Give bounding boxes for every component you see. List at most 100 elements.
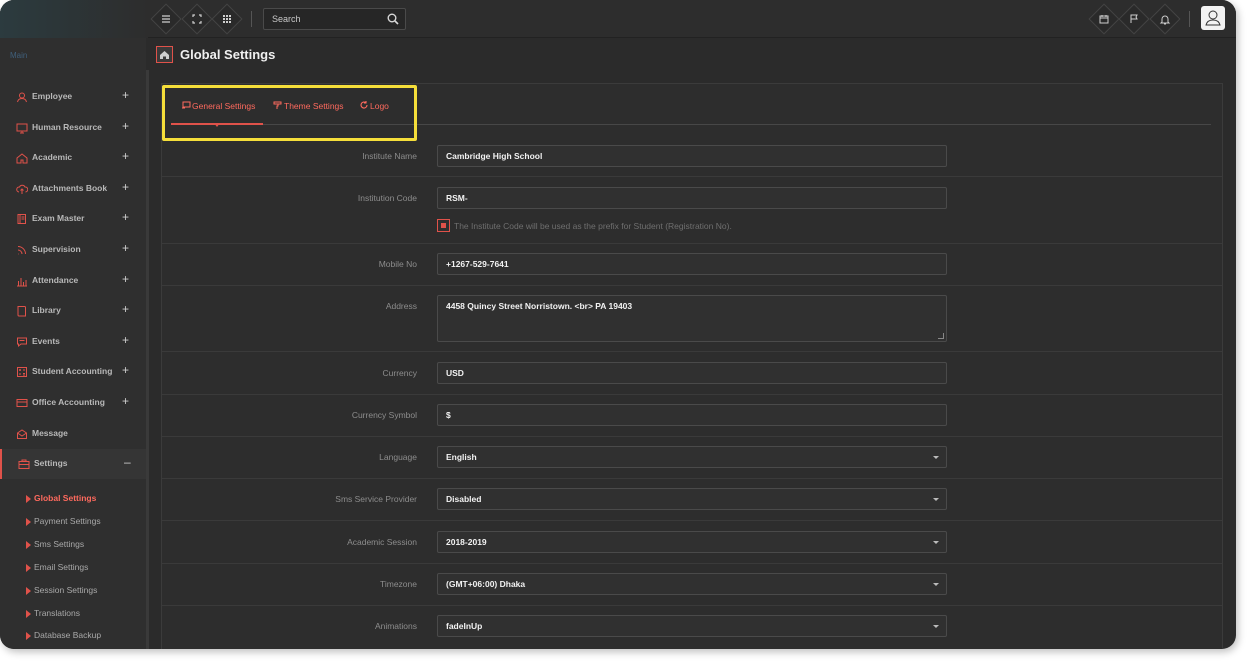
sidebar-item-student-accounting[interactable]: Student Accounting + xyxy=(0,357,146,387)
expand-icon[interactable]: + xyxy=(122,302,129,316)
apps-grid-icon[interactable] xyxy=(218,10,236,28)
message-icon xyxy=(16,335,28,347)
sidebar-item-library[interactable]: Library + xyxy=(0,296,146,326)
timezone-value: (GMT+06:00) Dhaka xyxy=(446,579,526,589)
expand-icon[interactable]: + xyxy=(122,210,129,224)
sidebar-subitem-label: Sms Settings xyxy=(34,538,85,549)
institution-code-field[interactable]: RSM- xyxy=(437,187,947,209)
menu-icon[interactable] xyxy=(157,10,175,28)
academic-session-value: 2018-2019 xyxy=(446,537,487,547)
flag-icon[interactable] xyxy=(1125,10,1143,28)
expand-icon[interactable]: + xyxy=(122,119,129,133)
sidebar-item-events[interactable]: Events + xyxy=(0,327,146,357)
academic-session-select[interactable]: 2018-2019 xyxy=(437,531,947,553)
academic-session-label: Academic Session xyxy=(347,537,417,547)
search-box xyxy=(263,8,406,30)
sidebar-item-label: Library xyxy=(32,305,61,316)
bar-chart-icon xyxy=(16,274,28,287)
sidebar-item-label: Student Accounting xyxy=(32,366,113,377)
sidebar-subitem-label: Database Backup xyxy=(34,630,102,641)
sidebar-item-attendance[interactable]: Attendance + xyxy=(0,266,146,296)
animations-value: fadeInUp xyxy=(446,621,483,631)
sidebar-subitem-label: Session Settings xyxy=(34,584,98,595)
sms-provider-select[interactable]: Disabled xyxy=(437,488,947,510)
expand-icon[interactable]: + xyxy=(122,394,129,408)
fullscreen-icon[interactable] xyxy=(188,10,206,28)
caret-right-icon xyxy=(26,609,31,618)
sidebar-item-label: Attendance xyxy=(32,274,79,285)
sidebar-item-supervision[interactable]: Supervision + xyxy=(0,235,146,265)
envelope-icon xyxy=(16,427,28,439)
home-icon xyxy=(16,151,28,164)
sidebar-item-message[interactable]: Message xyxy=(0,419,146,449)
sidebar-subitem-label: Email Settings xyxy=(34,561,89,572)
search-input[interactable] xyxy=(264,9,384,29)
expand-icon[interactable]: + xyxy=(122,149,129,163)
animations-label: Animations xyxy=(374,621,417,631)
sidebar-item-label: Employee xyxy=(32,91,73,101)
language-value: English xyxy=(446,452,477,462)
currency-symbol-field[interactable]: $ xyxy=(437,404,947,426)
tabs-highlight-box xyxy=(162,85,417,141)
caret-right-icon xyxy=(26,586,31,595)
expand-icon[interactable]: + xyxy=(122,88,129,102)
sidebar-divider xyxy=(146,70,149,649)
sidebar-item-settings[interactable]: Settings – xyxy=(0,449,146,480)
row-divider xyxy=(162,176,1222,177)
checkbox-fill xyxy=(441,223,446,228)
credit-card-icon xyxy=(16,396,28,408)
calendar-icon[interactable] xyxy=(1095,10,1113,28)
animations-select[interactable]: fadeInUp xyxy=(437,615,947,637)
institution-code-label: Institution Code xyxy=(357,193,417,203)
chevron-down-icon xyxy=(933,541,939,544)
sidebar-item-employee[interactable]: Employee + xyxy=(0,82,146,112)
sidebar-subitem-label: Global Settings xyxy=(34,493,97,503)
sidebar-item-exam-master[interactable]: Exam Master + xyxy=(0,204,146,234)
expand-icon[interactable]: + xyxy=(122,272,129,286)
toolbar-divider-right xyxy=(1189,11,1190,27)
expand-icon[interactable]: + xyxy=(122,241,129,255)
institute-code-checkbox[interactable] xyxy=(437,219,450,232)
chevron-down-icon xyxy=(933,498,939,501)
currency-symbol-label: Currency Symbol xyxy=(351,410,417,420)
app-window: Main Global Settings General Settings Th… xyxy=(0,0,1236,649)
sidebar-item-human-resource[interactable]: Human Resource + xyxy=(0,113,146,143)
caret-right-icon xyxy=(26,540,31,549)
expand-icon[interactable]: + xyxy=(122,363,129,377)
currency-field[interactable]: USD xyxy=(437,362,947,384)
address-textarea[interactable]: 4458 Quincy Street Norristown. <br> PA 1… xyxy=(437,295,947,342)
language-select[interactable]: English xyxy=(437,446,947,468)
home-icon[interactable] xyxy=(156,46,173,63)
brand-area xyxy=(0,0,148,38)
sidebar-item-label: Message xyxy=(32,427,68,438)
sidebar-subitem-label: Translations xyxy=(34,607,80,618)
avatar[interactable] xyxy=(1201,6,1225,30)
caret-right-icon xyxy=(26,563,31,572)
row-divider xyxy=(162,285,1222,286)
chevron-down-icon xyxy=(933,625,939,628)
row-divider xyxy=(162,243,1222,244)
search-icon[interactable] xyxy=(386,12,400,26)
briefcase-icon xyxy=(18,457,30,470)
institute-name-field[interactable]: Cambridge High School xyxy=(437,145,947,167)
monitor-icon xyxy=(16,121,28,134)
sidebar-item-attachments-book[interactable]: Attachments Book + xyxy=(0,174,146,204)
institute-name-label: Institute Name xyxy=(362,151,417,161)
row-divider xyxy=(162,478,1222,479)
timezone-select[interactable]: (GMT+06:00) Dhaka xyxy=(437,573,947,595)
chevron-down-icon xyxy=(933,456,939,459)
toolbar-divider xyxy=(251,11,252,27)
bell-icon[interactable] xyxy=(1156,10,1174,28)
collapse-icon[interactable]: – xyxy=(124,455,131,469)
mobile-no-field[interactable]: +1267-529-7641 xyxy=(437,253,947,275)
expand-icon[interactable]: + xyxy=(122,333,129,347)
row-divider xyxy=(162,436,1222,437)
sidebar-item-office-accounting[interactable]: Office Accounting + xyxy=(0,388,146,418)
chevron-down-icon xyxy=(933,583,939,586)
expand-icon[interactable]: + xyxy=(122,180,129,194)
resize-handle[interactable] xyxy=(938,333,944,339)
sidebar-item-academic[interactable]: Academic + xyxy=(0,143,146,173)
row-divider xyxy=(162,520,1222,521)
page-title: Global Settings xyxy=(180,47,276,62)
calculator-icon xyxy=(16,365,28,378)
